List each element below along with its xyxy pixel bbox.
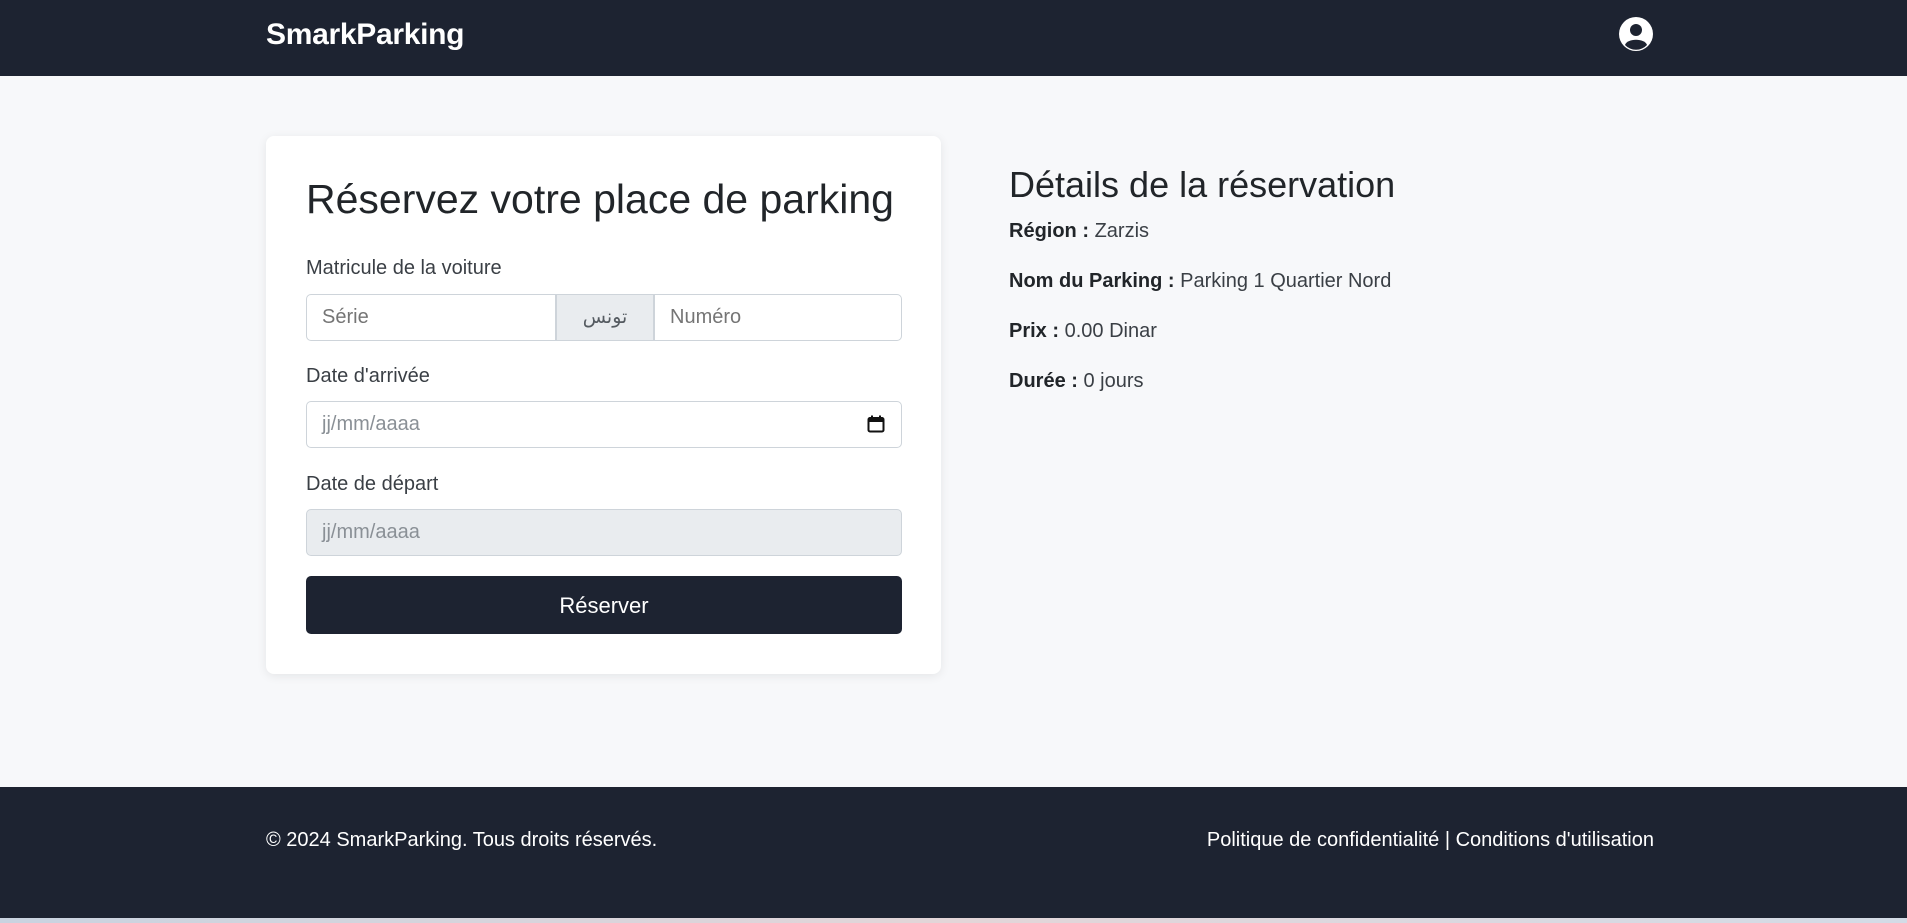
details-title: Détails de la réservation [1009, 164, 1396, 205]
plate-number-input[interactable] [654, 294, 902, 341]
navbar: SmarkParking [0, 0, 1907, 76]
user-circle-icon[interactable] [1618, 16, 1654, 52]
bottom-edge-strip [0, 918, 1907, 923]
brand-logo[interactable]: SmarkParking [266, 18, 464, 52]
footer-links: Politique de confidentialité | Condition… [1207, 829, 1654, 852]
arrival-date-value: jj/mm/aaaa [322, 413, 420, 435]
footer-separator: | [1444, 829, 1451, 851]
price-row: Prix : 0.00 Dinar [1009, 320, 1157, 343]
region-label: Région : [1009, 220, 1089, 242]
departure-date-label: Date de départ [306, 473, 439, 495]
arrival-date-label: Date d'arrivée [306, 365, 430, 387]
reservation-form-card: Réservez votre place de parking Matricul… [266, 136, 941, 674]
parking-name-value: Parking 1 Quartier Nord [1180, 270, 1392, 292]
duration-value: 0 jours [1083, 370, 1144, 392]
duration-label: Durée : [1009, 370, 1078, 392]
country-addon: تونس [556, 294, 654, 341]
departure-date-input: jj/mm/aaaa [306, 509, 902, 556]
copyright-text: © 2024 SmarkParking. Tous droits réservé… [266, 829, 658, 851]
price-label: Prix : [1009, 320, 1060, 342]
duration-row: Durée : 0 jours [1009, 370, 1144, 393]
terms-of-use-link[interactable]: Conditions d'utilisation [1456, 829, 1654, 851]
arrival-date-input[interactable]: jj/mm/aaaa [306, 401, 902, 448]
reserve-button[interactable]: Réserver [306, 576, 902, 634]
plate-label: Matricule de la voiture [306, 257, 502, 279]
parking-name-row: Nom du Parking : Parking 1 Quartier Nord [1009, 270, 1391, 293]
calendar-icon[interactable] [867, 415, 885, 433]
departure-date-value: jj/mm/aaaa [322, 521, 420, 543]
price-value: 0.00 Dinar [1064, 320, 1157, 342]
footer: © 2024 SmarkParking. Tous droits réservé… [0, 787, 1907, 918]
region-value: Zarzis [1094, 220, 1150, 242]
plate-series-input[interactable] [306, 294, 556, 341]
form-title: Réservez votre place de parking [306, 176, 894, 222]
parking-name-label: Nom du Parking : [1009, 270, 1175, 292]
region-row: Région : Zarzis [1009, 220, 1149, 243]
privacy-policy-link[interactable]: Politique de confidentialité [1207, 829, 1439, 851]
